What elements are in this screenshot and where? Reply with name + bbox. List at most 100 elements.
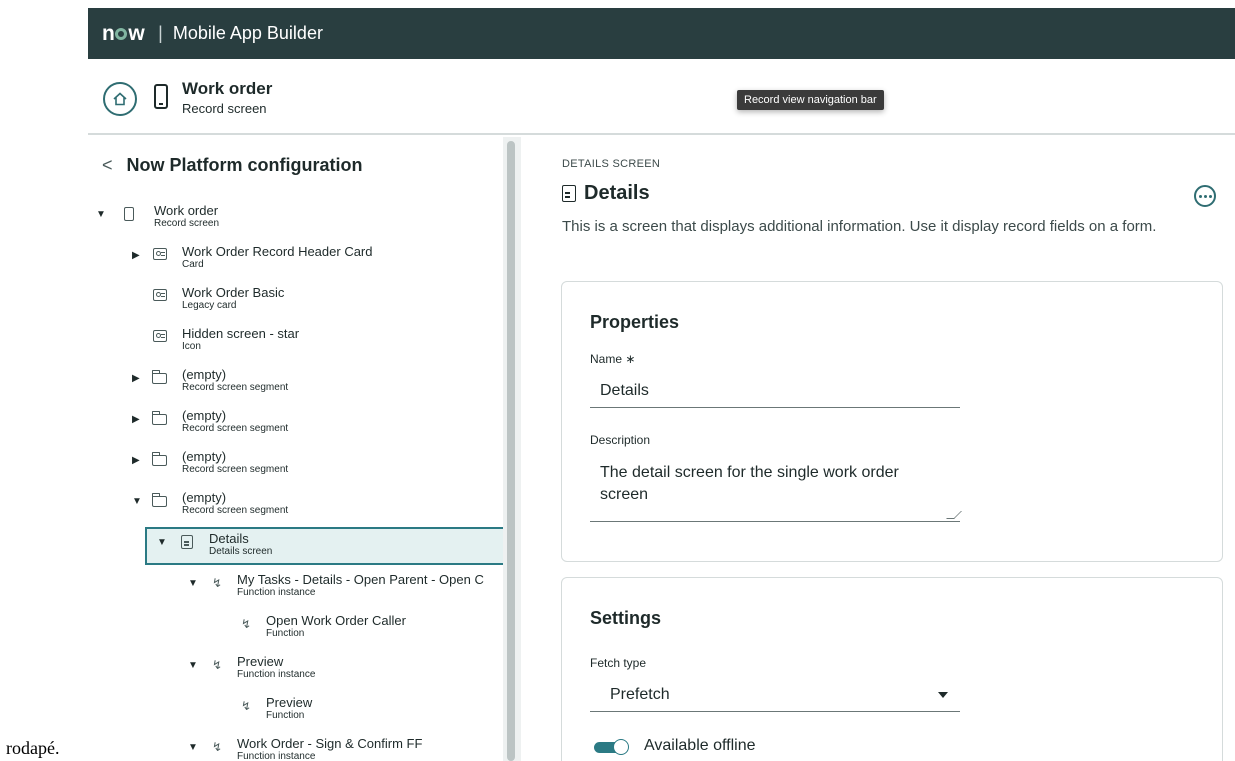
function-icon: ↯ bbox=[241, 617, 252, 631]
details-panel: DETAILS SCREEN Details This is a screen … bbox=[521, 137, 1235, 761]
tree-node-type: Icon bbox=[182, 341, 201, 352]
panel-title-text: Now Platform configuration bbox=[126, 155, 363, 175]
fetch-type-select[interactable]: Prefetch bbox=[590, 678, 960, 712]
caret-right-icon[interactable]: ▶ bbox=[132, 455, 140, 466]
folder-icon bbox=[151, 452, 167, 466]
app-name: Mobile App Builder bbox=[172, 23, 323, 43]
function-icon: ↯ bbox=[212, 576, 223, 590]
tree-node-label: (empty) bbox=[182, 449, 227, 464]
caret-down-icon[interactable]: ▼ bbox=[188, 578, 198, 589]
screen-header: Work order Record screen Record view nav… bbox=[88, 59, 1235, 135]
more-dot bbox=[1203, 194, 1207, 198]
dropdown-arrow-icon bbox=[938, 692, 948, 698]
tree-node-label: Preview bbox=[266, 695, 313, 710]
caret-right-icon[interactable]: ▶ bbox=[132, 414, 140, 425]
folder-icon bbox=[151, 370, 167, 384]
properties-card: Properties Name ∗ Details Description Th… bbox=[561, 281, 1223, 562]
name-input[interactable]: Details bbox=[590, 376, 960, 408]
toggle-knob bbox=[613, 739, 629, 755]
tree-node[interactable]: ▶ (empty) Record screen segment bbox=[88, 447, 503, 483]
caret-right-icon[interactable]: ▶ bbox=[132, 373, 140, 384]
tree-node[interactable]: ▼ (empty) Record screen segment bbox=[88, 488, 503, 524]
card-icon bbox=[153, 289, 167, 301]
caret-down-icon[interactable]: ▼ bbox=[96, 209, 106, 220]
top-bar: nw | Mobile App Builder bbox=[88, 8, 1235, 59]
tree-node-type: Legacy card bbox=[182, 300, 237, 311]
description-textarea[interactable]: The detail screen for the single work or… bbox=[590, 460, 962, 522]
properties-heading: Properties bbox=[590, 312, 680, 332]
tree-node-label: Hidden screen - star bbox=[182, 326, 300, 341]
mobile-app-builder-window: nw | Mobile App Builder Work order Recor… bbox=[88, 8, 1235, 761]
tooltip: Record view navigation bar bbox=[737, 90, 884, 110]
settings-card: Settings Fetch type Prefetch Available o… bbox=[561, 577, 1223, 761]
home-icon bbox=[113, 92, 127, 106]
tree-node-label: Work Order - Sign & Confirm FF bbox=[237, 736, 423, 751]
more-options-button[interactable] bbox=[1194, 185, 1216, 207]
function-icon: ↯ bbox=[241, 699, 252, 713]
screen-title: Work order bbox=[182, 79, 273, 98]
tree-node-type: Function bbox=[266, 710, 305, 721]
card-icon bbox=[153, 330, 167, 342]
tree-node[interactable]: ▶ (empty) Record screen segment bbox=[88, 365, 503, 401]
caret-right-icon[interactable]: ▶ bbox=[132, 250, 140, 261]
name-label: Name ∗ bbox=[590, 352, 636, 366]
title-separator: | bbox=[158, 23, 163, 43]
tree-node[interactable]: ▼ ↯ My Tasks - Details - Open Parent - O… bbox=[88, 570, 503, 606]
tree-node-label: My Tasks - Details - Open Parent - Open … bbox=[237, 572, 484, 587]
back-chevron-icon[interactable]: < bbox=[102, 155, 113, 175]
description-label: Description bbox=[590, 433, 651, 447]
tree-node-label: Work Order Basic bbox=[182, 285, 285, 300]
fetch-type-value: Prefetch bbox=[610, 686, 670, 703]
tree-node[interactable]: ▶ (empty) Record screen segment bbox=[88, 406, 503, 442]
tree-node-type: Record screen segment bbox=[182, 464, 289, 475]
tree-node-selected[interactable]: ▼ Details Details screen bbox=[145, 527, 503, 565]
description-text: The detail screen for the single work or… bbox=[600, 464, 899, 503]
tree-node-type: Record screen bbox=[154, 218, 220, 229]
tree-node[interactable]: ▼ ↯ Preview Function instance bbox=[88, 652, 503, 688]
tree-node[interactable]: Work Order Basic Legacy card bbox=[88, 283, 503, 319]
details-title-text: Details bbox=[584, 182, 650, 204]
document-icon bbox=[181, 535, 193, 549]
tree-node[interactable]: ↯ Open Work Order Caller Function bbox=[88, 611, 503, 647]
configuration-tree-panel: < Now Platform configuration ▼ Work order… bbox=[88, 137, 503, 761]
settings-heading: Settings bbox=[590, 608, 662, 628]
function-icon: ↯ bbox=[212, 658, 223, 672]
folder-icon bbox=[151, 411, 167, 425]
more-dot bbox=[1208, 194, 1212, 198]
details-description: This is a screen that displays additiona… bbox=[562, 218, 1157, 235]
tree-scrollbar[interactable] bbox=[507, 141, 515, 761]
tree-node-type: Card bbox=[182, 259, 204, 270]
caret-down-icon[interactable]: ▼ bbox=[188, 660, 198, 671]
resize-handle-icon[interactable] bbox=[946, 511, 962, 519]
tree-node-label: (empty) bbox=[182, 367, 227, 382]
card-icon bbox=[153, 248, 167, 260]
tree-node-label: (empty) bbox=[182, 490, 227, 505]
document-icon bbox=[562, 185, 576, 202]
tree-node[interactable]: ↯ Preview Function bbox=[88, 693, 503, 729]
caret-down-icon[interactable]: ▼ bbox=[157, 537, 167, 548]
home-button[interactable] bbox=[103, 82, 137, 116]
tree-node-type: Record screen segment bbox=[182, 423, 289, 434]
more-dot bbox=[1198, 194, 1202, 198]
tree-node-label: Preview bbox=[237, 654, 284, 669]
function-icon: ↯ bbox=[212, 740, 223, 754]
tree-node[interactable]: ▶ Work Order Record Header Card Card bbox=[88, 242, 503, 278]
available-offline-toggle[interactable] bbox=[592, 737, 632, 755]
folder-icon bbox=[151, 493, 167, 507]
caret-down-icon[interactable]: ▼ bbox=[188, 742, 198, 753]
tree-node-type: Record screen segment bbox=[182, 505, 289, 516]
tree-node-label: Open Work Order Caller bbox=[266, 613, 406, 628]
tree-node-label: Details bbox=[209, 531, 249, 546]
tree-node-label: Work Order Record Header Card bbox=[182, 244, 373, 259]
tree-node[interactable]: ▼ Work order Record screen bbox=[88, 201, 503, 237]
fetch-type-label: Fetch type bbox=[590, 656, 647, 670]
tree-node-type: Record screen segment bbox=[182, 382, 289, 393]
caret-down-icon[interactable]: ▼ bbox=[132, 496, 142, 507]
tree-node[interactable]: ▼ ↯ Work Order - Sign & Confirm FF Funct… bbox=[88, 734, 503, 761]
section-caption: DETAILS SCREEN bbox=[562, 158, 661, 170]
tree-node-label: (empty) bbox=[182, 408, 227, 423]
logo-o-mark bbox=[115, 27, 128, 40]
tree-node[interactable]: Hidden screen - star Icon bbox=[88, 324, 503, 360]
now-logo[interactable]: nw bbox=[102, 22, 145, 46]
screen-subtitle: Record screen bbox=[182, 101, 267, 116]
